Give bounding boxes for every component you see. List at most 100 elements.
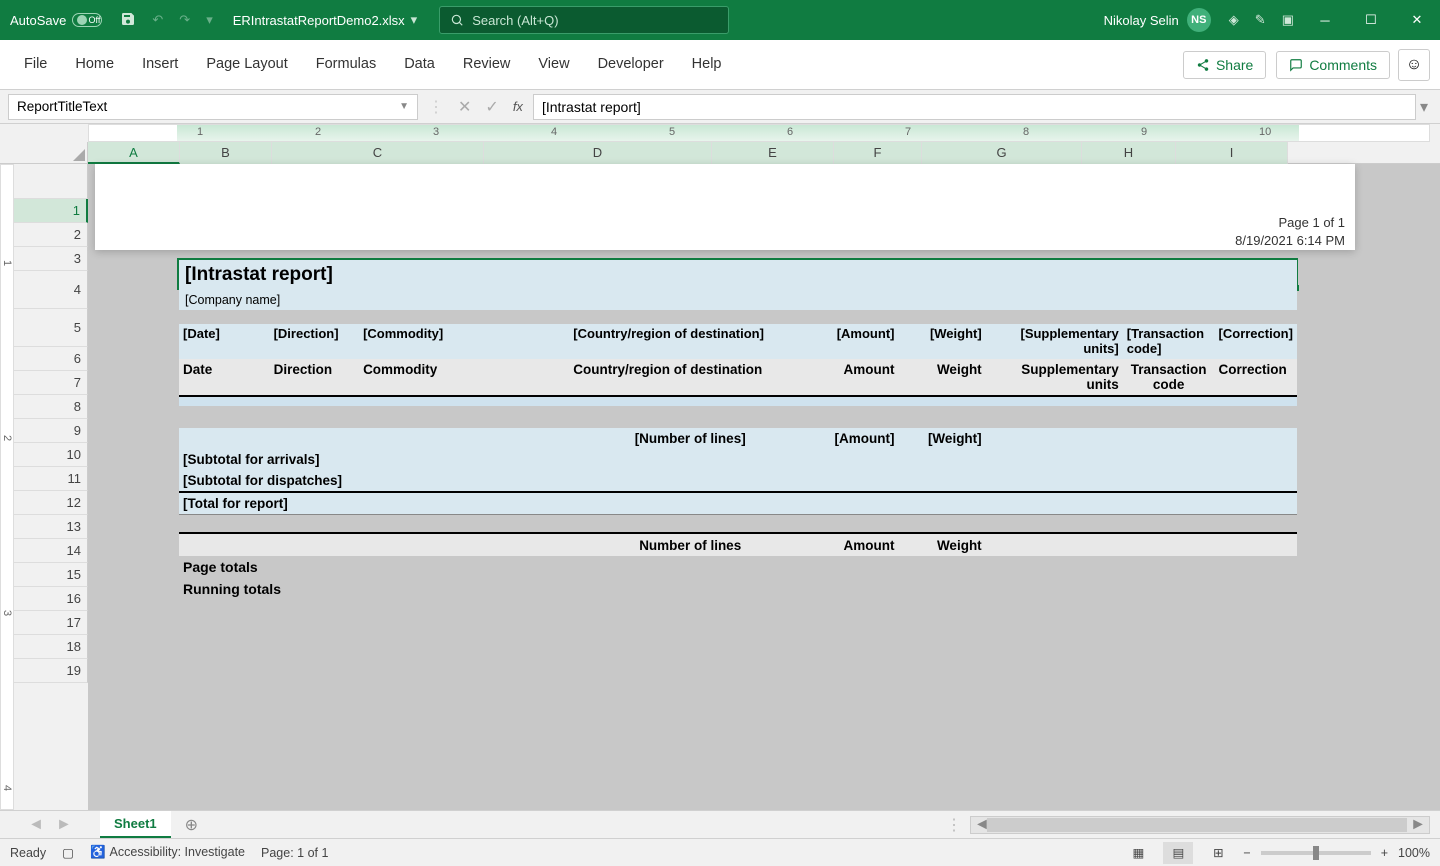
column-header-C[interactable]: C <box>272 142 484 164</box>
tab-data[interactable]: Data <box>390 43 449 87</box>
select-all-corner[interactable] <box>0 142 88 164</box>
row-header-1[interactable]: 1 <box>14 199 88 223</box>
paint-icon[interactable]: ✎ <box>1247 12 1274 28</box>
tab-help[interactable]: Help <box>678 43 736 87</box>
tab-page-layout[interactable]: Page Layout <box>192 43 301 87</box>
column-headers: ABCDEFGHI <box>0 142 1440 164</box>
row-header-12[interactable]: 12 <box>14 491 88 515</box>
row-header-6[interactable]: 6 <box>14 347 88 371</box>
comments-button[interactable]: Comments <box>1276 51 1390 79</box>
tab-review[interactable]: Review <box>449 43 525 87</box>
total-report-row[interactable]: [Total for report] <box>179 492 1297 515</box>
ribbon-options-icon[interactable]: ▣ <box>1274 12 1302 28</box>
row-header-14[interactable]: 14 <box>14 539 88 563</box>
page-layout-view-button[interactable]: ▤ <box>1163 842 1193 864</box>
undo-icon[interactable]: ↶ <box>144 12 171 28</box>
table-header-placeholder-row[interactable]: [Date][Direction][Commodity][Country/reg… <box>179 324 1297 359</box>
page-totals-row[interactable]: Page totals <box>179 556 1297 578</box>
prev-sheet-icon[interactable]: ◄ <box>28 816 44 834</box>
footer-header-row[interactable]: Number of linesAmountWeight <box>179 533 1297 556</box>
diamond-icon[interactable]: ◈ <box>1221 12 1247 28</box>
ruler-tick: 2 <box>315 126 321 138</box>
tab-file[interactable]: File <box>10 43 61 87</box>
minimize-button[interactable]: ─ <box>1302 0 1348 40</box>
scroll-right-icon[interactable]: ► <box>1410 816 1426 834</box>
split-handle-icon[interactable]: ⋮ <box>938 815 970 835</box>
company-name[interactable]: [Company name] <box>179 290 1297 310</box>
subtotal-arrivals-row[interactable]: [Subtotal for arrivals] <box>179 449 1297 470</box>
per-direction-totals-row[interactable]: [Number of lines][Amount][Weight] <box>179 428 1297 449</box>
row-header-5[interactable]: 5 <box>14 309 88 347</box>
formula-input[interactable]: [Intrastat report] <box>533 94 1416 120</box>
expand-formula-icon[interactable]: ▾ <box>1416 97 1432 117</box>
zoom-out-button[interactable]: − <box>1243 846 1250 860</box>
name-box[interactable]: ReportTitleText ▼ <box>8 94 418 120</box>
save-icon[interactable] <box>112 11 144 30</box>
close-button[interactable]: ✕ <box>1394 0 1440 40</box>
feedback-button[interactable]: ☺ <box>1398 49 1430 81</box>
row-header-18[interactable]: 18 <box>14 635 88 659</box>
tab-home[interactable]: Home <box>61 43 128 87</box>
macro-record-icon[interactable]: ▢ <box>62 845 74 860</box>
worksheet-grid[interactable]: 1234 12345678910111213141516171819 Page … <box>0 164 1440 810</box>
row-header-17[interactable]: 17 <box>14 611 88 635</box>
fx-icon[interactable]: fx <box>513 99 523 114</box>
ruler-tick: 3 <box>433 126 439 138</box>
column-header-D[interactable]: D <box>484 142 712 164</box>
row-header-margin[interactable] <box>14 164 88 199</box>
drag-handle-icon[interactable]: ⋮ <box>428 97 444 117</box>
filename-dropdown[interactable]: ERIntrastatReportDemo2.xlsx ▾ <box>221 12 429 28</box>
row-header-11[interactable]: 11 <box>14 467 88 491</box>
normal-view-button[interactable]: ▦ <box>1123 842 1153 864</box>
running-totals-row[interactable]: Running totals <box>179 578 1297 600</box>
row-header-15[interactable]: 15 <box>14 563 88 587</box>
row-header-4[interactable]: 4 <box>14 271 88 309</box>
name-box-dropdown-icon[interactable]: ▼ <box>399 101 409 112</box>
column-header-B[interactable]: B <box>180 142 272 164</box>
report-title[interactable]: [Intrastat report] <box>179 260 1297 290</box>
column-header-H[interactable]: H <box>1082 142 1176 164</box>
qat-dropdown-icon[interactable]: ▾ <box>198 12 221 28</box>
column-header-F[interactable]: F <box>834 142 922 164</box>
column-header-E[interactable]: E <box>712 142 834 164</box>
row-header-13[interactable]: 13 <box>14 515 88 539</box>
share-button[interactable]: Share <box>1183 51 1266 79</box>
enter-formula-icon[interactable]: ✓ <box>485 97 498 117</box>
row-header-3[interactable]: 3 <box>14 247 88 271</box>
redo-icon[interactable]: ↷ <box>171 12 198 28</box>
tab-insert[interactable]: Insert <box>128 43 192 87</box>
row-header-19[interactable]: 19 <box>14 659 88 683</box>
filename-text: ERIntrastatReportDemo2.xlsx <box>233 13 405 28</box>
accessibility-status[interactable]: ♿Accessibility: Investigate <box>90 845 245 860</box>
user-account[interactable]: Nikolay Selin NS <box>1094 8 1221 32</box>
table-header-row[interactable]: DateDirectionCommodityCountry/region of … <box>179 359 1297 396</box>
row-header-10[interactable]: 10 <box>14 443 88 467</box>
zoom-level[interactable]: 100% <box>1398 846 1430 860</box>
horizontal-scrollbar[interactable]: ◄ ► <box>970 816 1430 834</box>
column-header-I[interactable]: I <box>1176 142 1288 164</box>
tab-formulas[interactable]: Formulas <box>302 43 390 87</box>
add-sheet-button[interactable]: ⊕ <box>171 815 212 835</box>
cancel-formula-icon[interactable]: ✕ <box>458 97 471 117</box>
row-header-2[interactable]: 2 <box>14 223 88 247</box>
tab-view[interactable]: View <box>524 43 583 87</box>
autosave-state: Off <box>89 15 101 25</box>
subtotal-dispatches-row[interactable]: [Subtotal for dispatches] <box>179 470 1297 492</box>
row-header-7[interactable]: 7 <box>14 371 88 395</box>
column-header-A[interactable]: A <box>88 142 180 164</box>
sheet-tab-bar: ◄ ► Sheet1 ⊕ ⋮ ◄ ► <box>0 810 1440 838</box>
ruler-tick: 10 <box>1259 126 1271 138</box>
autosave-toggle[interactable]: AutoSave Off <box>0 13 112 28</box>
sheet-tab-sheet1[interactable]: Sheet1 <box>100 811 171 838</box>
tab-developer[interactable]: Developer <box>584 43 678 87</box>
zoom-slider[interactable] <box>1261 851 1371 855</box>
row-header-8[interactable]: 8 <box>14 395 88 419</box>
next-sheet-icon[interactable]: ► <box>56 816 72 834</box>
row-header-16[interactable]: 16 <box>14 587 88 611</box>
page-break-view-button[interactable]: ⊞ <box>1203 842 1233 864</box>
maximize-button[interactable]: ☐ <box>1348 0 1394 40</box>
zoom-in-button[interactable]: + <box>1381 846 1388 860</box>
row-header-9[interactable]: 9 <box>14 419 88 443</box>
search-box[interactable]: Search (Alt+Q) <box>439 6 729 34</box>
column-header-G[interactable]: G <box>922 142 1082 164</box>
